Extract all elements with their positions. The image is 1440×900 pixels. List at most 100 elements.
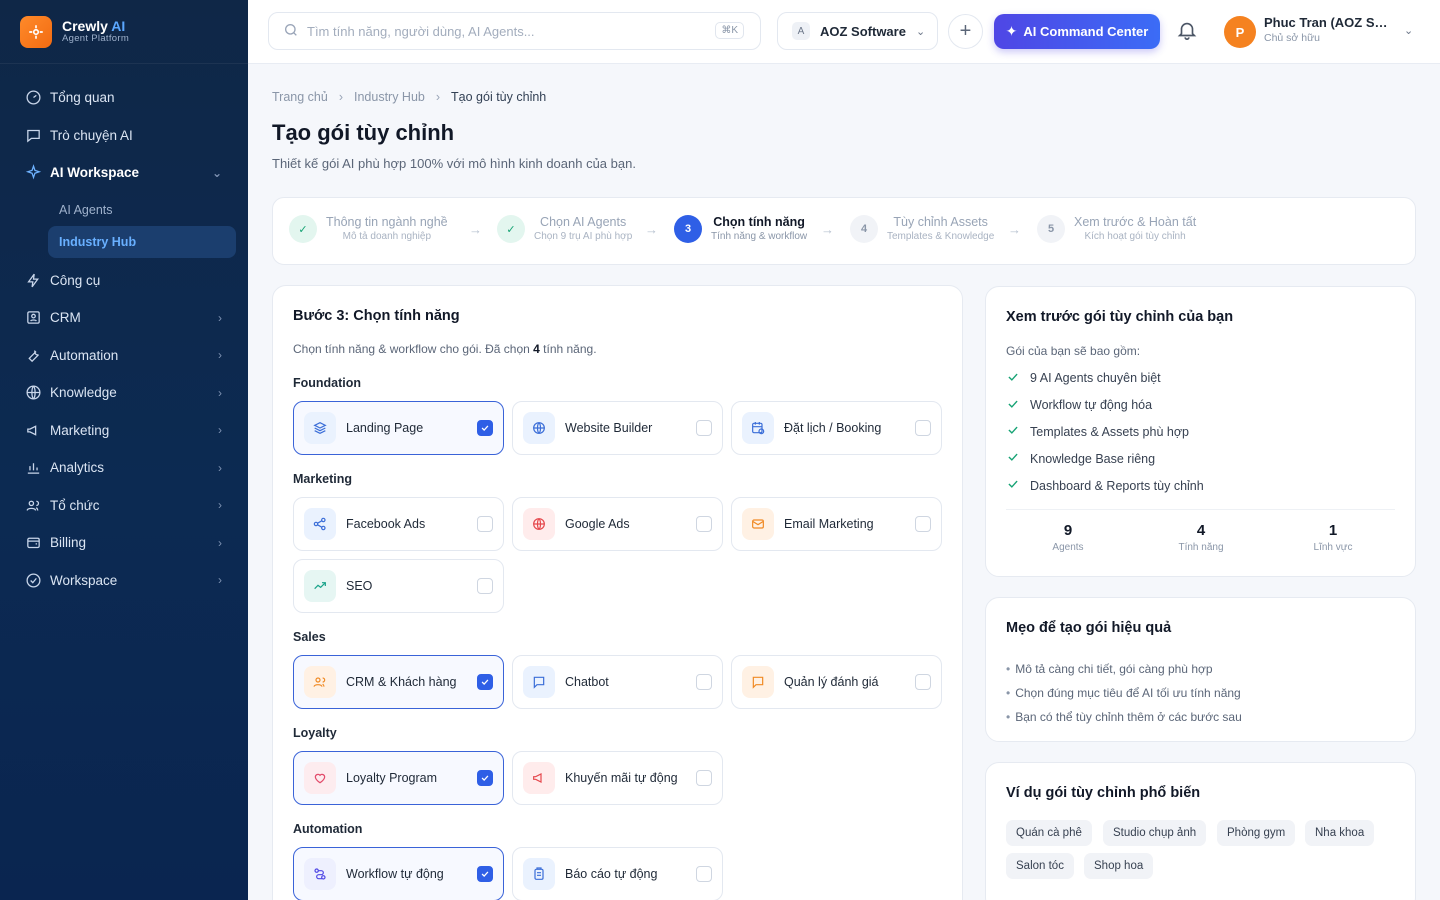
- sidebar-item-automation[interactable]: Automation ›: [0, 337, 248, 375]
- feature-loyalty-program[interactable]: Loyalty Program: [293, 751, 504, 805]
- heart-hand-icon: [304, 762, 336, 794]
- feature-checkbox[interactable]: [696, 866, 712, 882]
- create-button[interactable]: +: [948, 14, 983, 49]
- sidebar-item-crm[interactable]: CRM ›: [0, 299, 248, 337]
- feature-website-builder[interactable]: Website Builder: [512, 401, 723, 455]
- feature-checkbox[interactable]: [477, 578, 493, 594]
- sparkle-icon: [24, 164, 42, 182]
- step-1[interactable]: ✓ Thông tin ngành nghề Mô tả doanh nghiệp: [289, 215, 448, 244]
- calendar-clock-icon: [742, 412, 774, 444]
- chevron-right-icon: ›: [218, 535, 222, 550]
- feature-checkbox[interactable]: [696, 674, 712, 690]
- feature-checkbox[interactable]: [477, 674, 493, 690]
- feature-checkbox[interactable]: [696, 770, 712, 786]
- feature-booking[interactable]: Đặt lịch / Booking: [731, 401, 942, 455]
- sidebar-item-cong-cu[interactable]: Công cụ: [0, 262, 248, 300]
- brand-subtitle: Agent Platform: [62, 32, 130, 44]
- feature-auto-promotion[interactable]: Khuyến mãi tự động: [512, 751, 723, 805]
- search-box[interactable]: ⌘K: [268, 12, 761, 50]
- wallet-icon: [24, 534, 42, 552]
- check-icon: [1006, 423, 1030, 440]
- sidebar-item-ai-workspace[interactable]: AI Workspace ⌄: [0, 154, 248, 192]
- step-3[interactable]: 3 Chọn tính năng Tính năng & workflow: [674, 215, 807, 244]
- feature-checkbox[interactable]: [915, 516, 931, 532]
- group-label-automation: Automation: [293, 822, 363, 836]
- brand[interactable]: Crewly AI Agent Platform: [0, 0, 248, 64]
- breadcrumb-parent[interactable]: Industry Hub: [354, 90, 425, 104]
- clipboard-icon: [523, 858, 555, 890]
- sidebar-item-tro-chuyen-ai[interactable]: Trò chuyện AI: [0, 117, 248, 155]
- step-2[interactable]: ✓ Chọn AI Agents Chọn 9 trụ AI phù hợp: [497, 215, 632, 244]
- feature-checkbox[interactable]: [915, 420, 931, 436]
- check-icon: ✓: [289, 215, 317, 244]
- example-chip[interactable]: Studio chụp ảnh: [1103, 820, 1207, 846]
- sidebar-item-analytics[interactable]: Analytics ›: [0, 449, 248, 487]
- feature-review-management[interactable]: Quản lý đánh giá: [731, 655, 942, 709]
- globe-icon: [24, 384, 42, 402]
- user-avatar[interactable]: P: [1224, 16, 1256, 48]
- feature-checkbox[interactable]: [477, 770, 493, 786]
- feature-checkbox[interactable]: [477, 516, 493, 532]
- breadcrumb-home[interactable]: Trang chủ: [272, 90, 328, 104]
- step-number: 4: [850, 215, 878, 244]
- check-icon: [1006, 397, 1030, 414]
- chevron-right-icon: ›: [218, 498, 222, 513]
- example-chip[interactable]: Salon tóc: [1006, 853, 1074, 879]
- card-description: Chọn tính năng & workflow cho gói. Đã ch…: [293, 342, 597, 356]
- sidebar-item-workspace[interactable]: Workspace ›: [0, 562, 248, 600]
- users-icon: [304, 666, 336, 698]
- step-5[interactable]: 5 Xem trước & Hoàn tất Kích hoạt gói tùy …: [1037, 215, 1196, 244]
- sidebar-item-billing[interactable]: Billing ›: [0, 524, 248, 562]
- feature-checkbox[interactable]: [477, 420, 493, 436]
- feature-landing-page[interactable]: Landing Page: [293, 401, 504, 455]
- feature-facebook-ads[interactable]: Facebook Ads: [293, 497, 504, 551]
- sidebar-item-marketing[interactable]: Marketing ›: [0, 412, 248, 450]
- feature-seo[interactable]: SEO: [293, 559, 504, 613]
- example-chip[interactable]: Shop hoa: [1084, 853, 1154, 879]
- bar-chart-icon: [24, 459, 42, 477]
- feature-checkbox[interactable]: [696, 420, 712, 436]
- example-chip[interactable]: Phòng gym: [1217, 820, 1296, 846]
- org-avatar: A: [792, 22, 810, 40]
- list-item: • Chọn đúng mục tiêu để AI tối ưu tính nă…: [1006, 686, 1241, 700]
- check-icon: [1006, 370, 1030, 387]
- breadcrumb: Trang chủ › Industry Hub › Tạo gói tùy c…: [272, 90, 546, 104]
- list-item: • Mô tả càng chi tiết, gói càng phù hợp: [1006, 662, 1213, 676]
- user-menu[interactable]: Phuc Tran (AOZ Software) Chủ sở hữu: [1264, 15, 1394, 46]
- feature-google-ads[interactable]: Google Ads: [512, 497, 723, 551]
- sidebar-subitem-industry-hub[interactable]: Industry Hub: [48, 225, 236, 258]
- example-chip[interactable]: Quán cà phê: [1006, 820, 1092, 846]
- feature-workflow-automation[interactable]: Workflow tự động: [293, 847, 504, 900]
- step-4[interactable]: 4 Tùy chỉnh Assets Templates & Knowledge: [850, 215, 994, 244]
- feature-checkbox[interactable]: [915, 674, 931, 690]
- feature-checkbox[interactable]: [477, 866, 493, 882]
- shortcut-badge: ⌘K: [715, 22, 744, 39]
- list-item: 9 AI Agents chuyên biệt: [1006, 365, 1204, 392]
- example-chip[interactable]: Nha khoa: [1305, 820, 1375, 846]
- ai-command-center-button[interactable]: ✦ AI Command Center: [994, 14, 1160, 49]
- contact-card-icon: [24, 309, 42, 327]
- org-switcher[interactable]: A AOZ Software ⌄: [777, 12, 938, 50]
- feature-checkbox[interactable]: [696, 516, 712, 532]
- chevron-right-icon: ›: [218, 348, 222, 363]
- feature-email-marketing[interactable]: Email Marketing: [731, 497, 942, 551]
- org-name: AOZ Software: [820, 23, 906, 39]
- chevron-right-icon: ›: [218, 460, 222, 475]
- feature-auto-report[interactable]: Báo cáo tự động: [512, 847, 723, 900]
- chevron-right-icon: ›: [218, 310, 222, 325]
- check-icon: [1006, 450, 1030, 467]
- sidebar: Crewly AI Agent Platform Tổng quan Trò c…: [0, 0, 248, 900]
- chevron-down-icon[interactable]: ⌄: [1404, 24, 1413, 37]
- sidebar-item-knowledge[interactable]: Knowledge ›: [0, 374, 248, 412]
- preview-intro: Gói của bạn sẽ bao gồm:: [1006, 344, 1141, 358]
- page-subtitle: Thiết kế gói AI phù hợp 100% với mô hình…: [272, 156, 636, 171]
- notification-bell-icon[interactable]: [1176, 19, 1200, 43]
- sidebar-item-to-chuc[interactable]: Tổ chức ›: [0, 487, 248, 525]
- feature-chatbot[interactable]: Chatbot: [512, 655, 723, 709]
- search-input[interactable]: [307, 23, 687, 39]
- chevron-right-icon: ›: [435, 90, 441, 104]
- sidebar-item-tong-quan[interactable]: Tổng quan: [0, 79, 248, 117]
- feature-crm[interactable]: CRM & Khách hàng: [293, 655, 504, 709]
- sidebar-subitem-ai-agents[interactable]: AI Agents: [48, 194, 236, 226]
- chevron-right-icon: ›: [218, 385, 222, 400]
